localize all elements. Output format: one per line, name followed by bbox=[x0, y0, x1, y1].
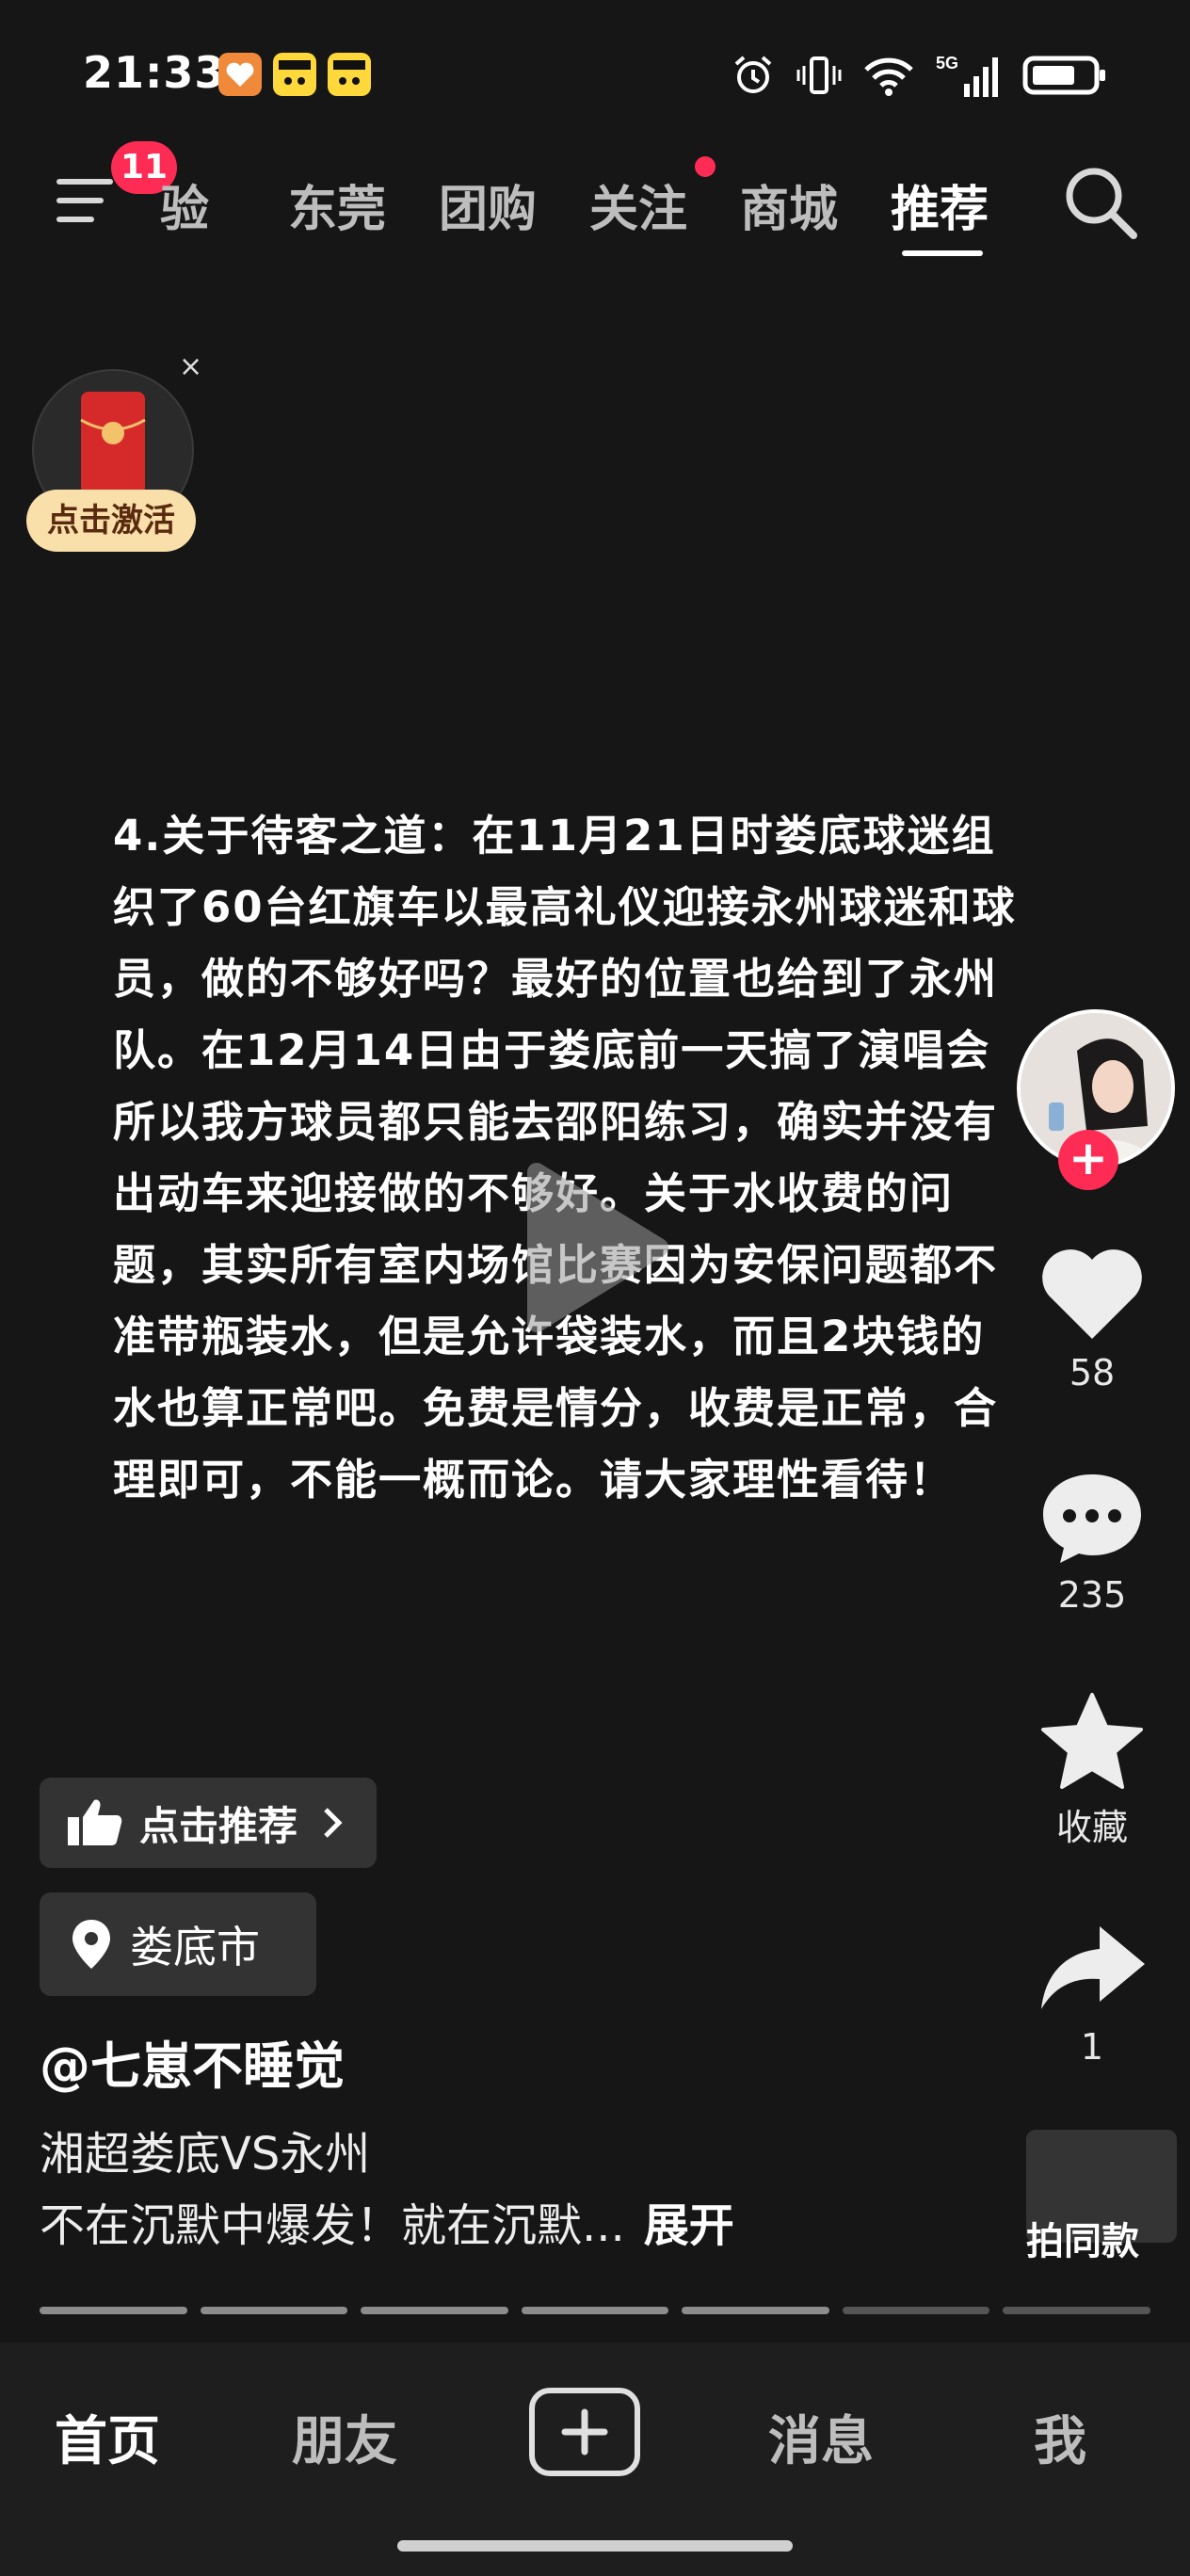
unread-dot bbox=[695, 156, 716, 177]
alarm-icon bbox=[734, 56, 772, 93]
status-icons: 5G bbox=[731, 51, 1107, 100]
widget-close-icon[interactable]: × bbox=[179, 350, 202, 383]
comment-icon bbox=[1043, 1474, 1141, 1563]
same-style-button[interactable]: 拍同款 bbox=[1007, 2130, 1177, 2280]
star-icon bbox=[1041, 1693, 1143, 1789]
share-count: 1 bbox=[1080, 2026, 1104, 2068]
home-indicator bbox=[397, 2540, 793, 2552]
status-time: 21:33 bbox=[83, 47, 226, 98]
recommend-label: 点击推荐 bbox=[139, 1802, 298, 1849]
video-title: 湘超娄底VS永州 bbox=[40, 2128, 371, 2181]
tab-recommend[interactable]: 推荐 bbox=[891, 169, 989, 240]
like-count: 58 bbox=[1069, 1352, 1116, 1393]
favorite-label: 收藏 bbox=[1055, 1807, 1128, 1848]
tab-mall[interactable]: 商城 bbox=[740, 169, 838, 240]
tab-experience[interactable]: 验 bbox=[160, 169, 209, 240]
thumbs-up-icon bbox=[68, 1799, 122, 1845]
same-style-label: 拍同款 bbox=[1026, 2220, 1139, 2263]
wifi-icon bbox=[864, 57, 913, 96]
signal-5g-icon: 5G bbox=[936, 54, 998, 97]
progress-segment bbox=[200, 2307, 348, 2314]
description-text: 不在沉默中爆发！就在沉默... bbox=[40, 2199, 625, 2252]
active-tab-indicator bbox=[902, 250, 983, 256]
follow-button[interactable]: + bbox=[1058, 1130, 1118, 1190]
menu-button[interactable] bbox=[56, 179, 113, 226]
expand-link[interactable]: 展开 bbox=[644, 2199, 734, 2252]
progress-segment bbox=[521, 2307, 669, 2314]
battery-icon bbox=[1022, 56, 1105, 95]
heart-icon bbox=[1042, 1249, 1142, 1339]
vibrate-icon bbox=[796, 56, 842, 94]
tab-group-buy[interactable]: 团购 bbox=[439, 169, 537, 240]
progress-segment bbox=[1003, 2307, 1151, 2314]
nav-friends[interactable]: 朋友 bbox=[292, 2399, 397, 2475]
progress-segment bbox=[842, 2307, 990, 2314]
tab-following[interactable]: 关注 bbox=[589, 169, 687, 240]
video-description: 不在沉默中爆发！就在沉默... 展开 bbox=[40, 2188, 734, 2254]
svg-text:5G: 5G bbox=[936, 54, 958, 72]
emoji-app-icon bbox=[273, 53, 316, 96]
heart-app-icon bbox=[218, 53, 262, 96]
create-button[interactable] bbox=[529, 2388, 640, 2476]
author-name[interactable]: @七崽不睡觉 bbox=[40, 2024, 345, 2099]
nav-me[interactable]: 我 bbox=[1034, 2399, 1086, 2475]
comment-count: 235 bbox=[1057, 1574, 1127, 1616]
chevron-right-icon bbox=[324, 1808, 343, 1838]
nav-messages[interactable]: 消息 bbox=[768, 2399, 874, 2475]
plus-icon bbox=[561, 2408, 608, 2455]
nav-home[interactable]: 首页 bbox=[55, 2399, 160, 2475]
location-tag[interactable]: 娄底市 bbox=[40, 1892, 316, 1996]
activate-button[interactable]: 点击激活 bbox=[26, 490, 196, 552]
emoji-app-icon bbox=[328, 53, 371, 96]
favorite-button[interactable]: 收藏 bbox=[1026, 1689, 1158, 1850]
progress-segment bbox=[40, 2307, 187, 2314]
tab-dongguan[interactable]: 东莞 bbox=[288, 169, 386, 240]
recommend-button[interactable]: 点击推荐 bbox=[40, 1778, 377, 1868]
progress-segments bbox=[40, 2307, 1151, 2316]
like-button[interactable]: 58 bbox=[1026, 1243, 1158, 1393]
progress-segment bbox=[361, 2307, 508, 2314]
comment-button[interactable]: 235 bbox=[1026, 1465, 1158, 1616]
share-button[interactable]: 1 bbox=[1026, 1917, 1158, 2068]
location-label: 娄底市 bbox=[130, 1922, 260, 1972]
progress-segment bbox=[682, 2307, 829, 2314]
share-icon bbox=[1041, 1926, 1145, 2009]
location-pin-icon bbox=[72, 1920, 110, 1969]
play-icon[interactable] bbox=[480, 1144, 687, 1351]
search-icon[interactable] bbox=[1060, 162, 1139, 241]
